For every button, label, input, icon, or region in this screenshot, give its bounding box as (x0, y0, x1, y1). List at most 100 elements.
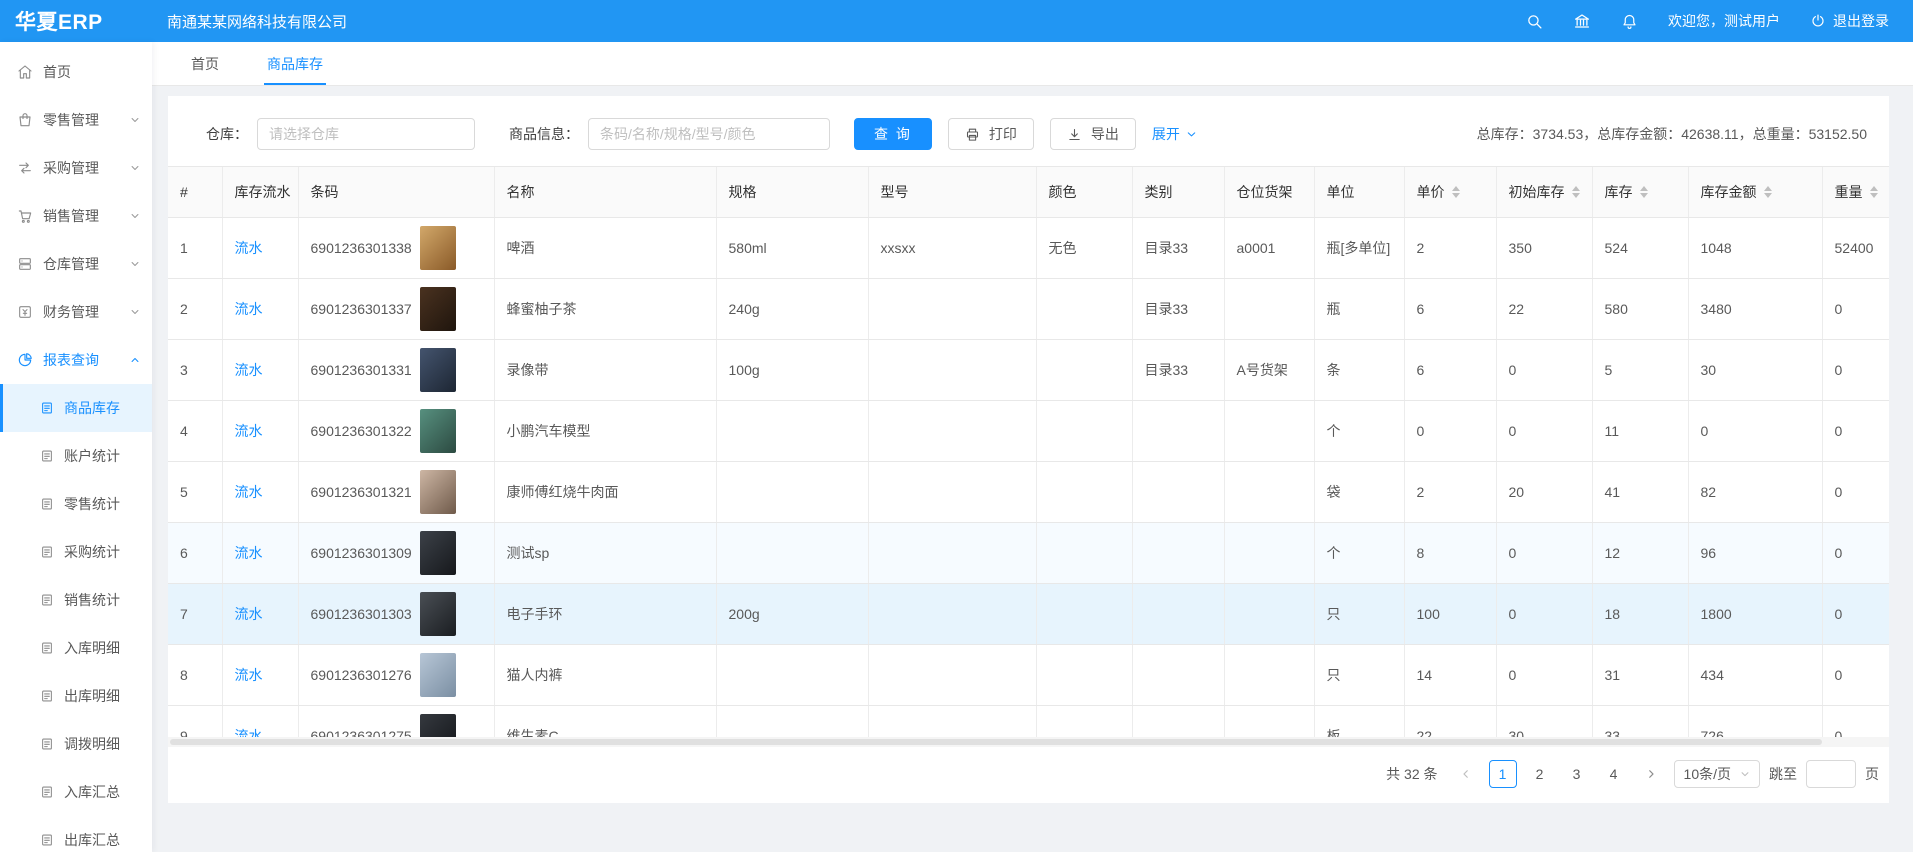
stock-flow-link[interactable]: 流水 (235, 362, 263, 378)
cell-stock: 524 (1592, 217, 1688, 278)
sidebar-item-sale-stat[interactable]: 销售统计 (0, 576, 152, 624)
cell-price: 22 (1404, 705, 1496, 737)
sidebar-item-label: 出库汇总 (64, 830, 120, 850)
sidebar-item-out-summary[interactable]: 出库汇总 (0, 816, 152, 852)
product-image[interactable] (420, 531, 456, 575)
stock-flow-link[interactable]: 流水 (235, 240, 263, 256)
expand-label: 展开 (1152, 124, 1180, 144)
sidebar-item-label: 入库明细 (64, 638, 120, 658)
cell-spec (716, 644, 868, 705)
chev-up-icon (130, 355, 140, 365)
product-image[interactable] (420, 714, 456, 738)
jump-page-input[interactable] (1806, 760, 1856, 788)
warehouse-select[interactable] (257, 118, 475, 150)
column-header-weight[interactable]: 重量 (1822, 167, 1889, 217)
sidebar-item-purchase[interactable]: 采购管理 (0, 144, 152, 192)
page-button-1[interactable]: 1 (1489, 760, 1517, 788)
stock-flow-link[interactable]: 流水 (235, 301, 263, 317)
column-header-index: # (168, 167, 222, 217)
sidebar-item-in-summary[interactable]: 入库汇总 (0, 768, 152, 816)
column-header-price[interactable]: 单价 (1404, 167, 1496, 217)
sidebar-item-retail-stat[interactable]: 零售统计 (0, 480, 152, 528)
cell-init_stock: 0 (1496, 644, 1592, 705)
sidebar-item-goods-stock[interactable]: 商品库存 (0, 384, 152, 432)
product-image[interactable] (420, 287, 456, 331)
sidebar-item-account-stat[interactable]: 账户统计 (0, 432, 152, 480)
sidebar-item-out-detail[interactable]: 出库明细 (0, 672, 152, 720)
sidebar-item-label: 首页 (43, 62, 71, 82)
sidebar-item-warehouse[interactable]: 仓库管理 (0, 240, 152, 288)
column-label: 仓位货架 (1237, 182, 1293, 202)
sidebar-item-report[interactable]: 报表查询 (0, 336, 152, 384)
page-button-2[interactable]: 2 (1526, 760, 1554, 788)
product-image[interactable] (420, 348, 456, 392)
cell-amount: 726 (1688, 705, 1822, 737)
sort-icon (1764, 186, 1772, 198)
bell-icon[interactable] (1621, 13, 1638, 30)
cell-color: 无色 (1036, 217, 1132, 278)
column-header-content: 库存流水 (235, 182, 286, 202)
page-button-3[interactable]: 3 (1563, 760, 1591, 788)
column-header-content: 型号 (881, 182, 1024, 202)
export-button[interactable]: 导出 (1050, 118, 1136, 150)
column-label: # (180, 184, 188, 200)
product-image[interactable] (420, 226, 456, 270)
sidebar-item-purchase-stat[interactable]: 采购统计 (0, 528, 152, 576)
scrollbar-thumb[interactable] (170, 739, 1822, 745)
sidebar-item-sale[interactable]: 销售管理 (0, 192, 152, 240)
stock-flow-link[interactable]: 流水 (235, 484, 263, 500)
logout-button[interactable]: 退出登录 (1810, 11, 1889, 31)
doc-icon (40, 497, 54, 511)
search-button[interactable]: 查 询 (854, 118, 932, 150)
cell-flow: 流水 (222, 522, 298, 583)
bank-icon[interactable] (1573, 12, 1591, 30)
search-icon[interactable] (1526, 13, 1543, 30)
stock-flow-link[interactable]: 流水 (235, 545, 263, 561)
barcode-cell: 6901236301322 (311, 409, 482, 453)
cell-color (1036, 705, 1132, 737)
stock-table: #库存流水条码名称规格型号颜色类别仓位货架单位单价初始库存库存库存金额重量1流水… (168, 167, 1889, 737)
sidebar-item-retail[interactable]: 零售管理 (0, 96, 152, 144)
print-button[interactable]: 打印 (948, 118, 1034, 150)
product-image[interactable] (420, 592, 456, 636)
sidebar-item-in-detail[interactable]: 入库明细 (0, 624, 152, 672)
column-header-stock[interactable]: 库存 (1592, 167, 1688, 217)
column-header-content: 颜色 (1049, 182, 1120, 202)
column-header-init_stock[interactable]: 初始库存 (1496, 167, 1592, 217)
cell-color (1036, 461, 1132, 522)
cell-unit: 袋 (1314, 461, 1404, 522)
cell-spec: 580ml (716, 217, 868, 278)
page-size-select[interactable]: 10条/页 (1674, 760, 1760, 788)
barcode-cell: 6901236301303 (311, 592, 482, 636)
cell-amount: 1800 (1688, 583, 1822, 644)
tab-goods-stock[interactable]: 商品库存 (264, 44, 326, 85)
cell-model (868, 705, 1036, 737)
cell-price: 6 (1404, 339, 1496, 400)
doc-icon (40, 785, 54, 799)
cell-weight: 0 (1822, 644, 1889, 705)
stock-flow-link[interactable]: 流水 (235, 423, 263, 439)
tab-home[interactable]: 首页 (188, 44, 222, 85)
product-image[interactable] (420, 409, 456, 453)
sidebar-item-finance[interactable]: 财务管理 (0, 288, 152, 336)
product-image[interactable] (420, 470, 456, 514)
sidebar-item-transfer-detail[interactable]: 调拨明细 (0, 720, 152, 768)
warehouse-icon (17, 256, 33, 272)
stock-flow-link[interactable]: 流水 (235, 606, 263, 622)
cell-shelf (1224, 705, 1314, 737)
column-header-amount[interactable]: 库存金额 (1688, 167, 1822, 217)
barcode-text: 6901236301322 (311, 423, 412, 439)
expand-toggle[interactable]: 展开 (1152, 124, 1197, 144)
stock-flow-link[interactable]: 流水 (235, 667, 263, 683)
cell-name: 蜂蜜柚子茶 (494, 278, 716, 339)
next-page-button[interactable] (1637, 760, 1665, 788)
page-button-4[interactable]: 4 (1600, 760, 1628, 788)
product-image[interactable] (420, 653, 456, 697)
stock-flow-link[interactable]: 流水 (235, 728, 263, 738)
prev-page-button[interactable] (1452, 760, 1480, 788)
welcome-text: 欢迎您，测试用户 (1668, 11, 1780, 31)
goods-info-input[interactable] (588, 118, 830, 150)
cell-amount: 0 (1688, 400, 1822, 461)
column-header-content: 类别 (1145, 182, 1212, 202)
sidebar-item-home[interactable]: 首页 (0, 48, 152, 96)
